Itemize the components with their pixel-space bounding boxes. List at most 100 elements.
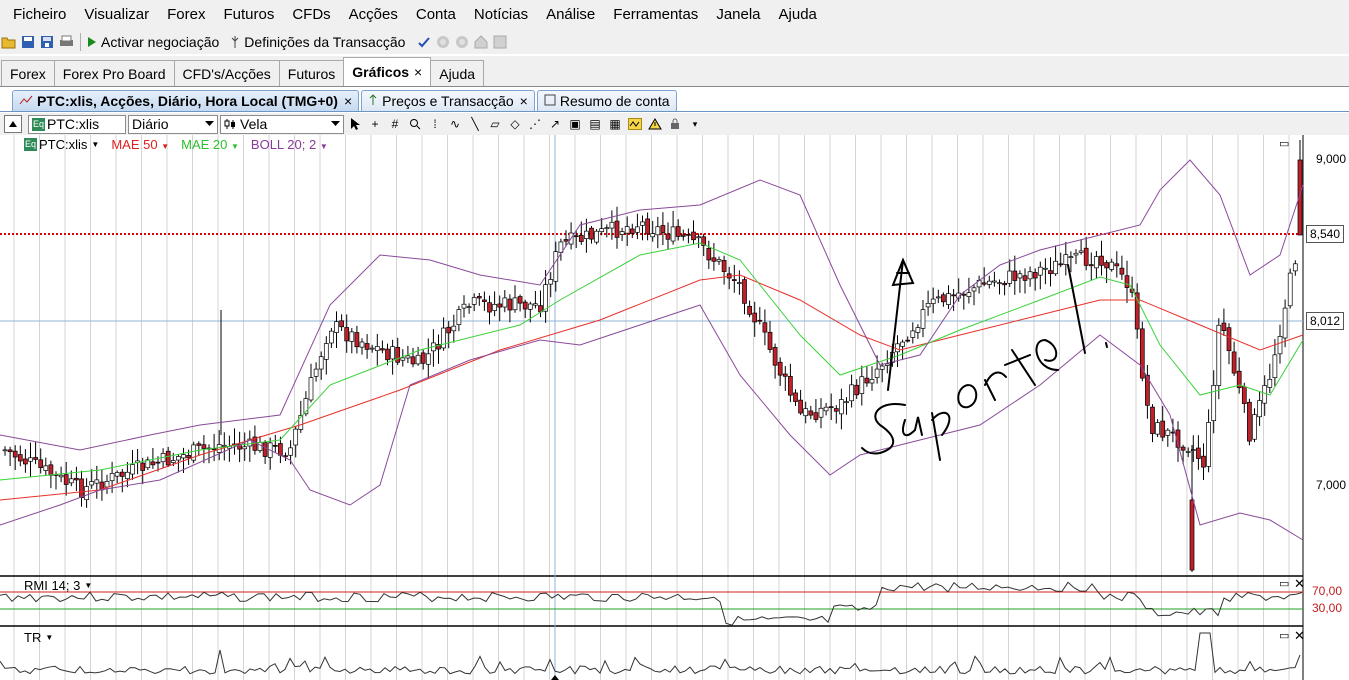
oscillator-icon[interactable] xyxy=(626,115,644,133)
tab-forex[interactable]: Forex xyxy=(1,60,55,86)
warning-icon[interactable] xyxy=(646,115,664,133)
subtab-resumo[interactable]: Resumo de conta xyxy=(536,90,677,111)
check-icon[interactable] xyxy=(416,34,432,50)
lock-icon[interactable] xyxy=(666,115,684,133)
candle xyxy=(1124,275,1130,288)
price-axis-label: 7,000 xyxy=(1316,478,1347,492)
menu-futuros[interactable]: Futuros xyxy=(214,6,283,23)
candle xyxy=(512,297,518,311)
period-dropdown[interactable]: Diário xyxy=(128,114,218,134)
home-icon[interactable] xyxy=(473,34,489,50)
channel-icon[interactable]: ▱ xyxy=(486,115,504,133)
candle xyxy=(1012,270,1018,281)
chart-window-tab-bar: PTC:xlis, Acções, Diário, Hora Local (TM… xyxy=(0,88,1349,112)
close-tab-icon[interactable]: × xyxy=(344,93,352,109)
menu-visualizar[interactable]: Visualizar xyxy=(75,6,158,23)
maximize-pane-icon[interactable]: ▭ xyxy=(1279,577,1289,590)
save-icon[interactable] xyxy=(20,34,36,50)
candle xyxy=(84,486,89,501)
tab-graficos[interactable]: Gráficos × xyxy=(343,57,432,86)
menu-cfds[interactable]: CFDs xyxy=(283,6,339,23)
candle xyxy=(374,346,380,351)
transaction-settings-button[interactable]: Definições da Transacção xyxy=(230,34,405,50)
tab-forex-pro-board[interactable]: Forex Pro Board xyxy=(53,60,175,86)
candle xyxy=(1037,266,1043,276)
crosshair-icon[interactable]: + xyxy=(366,115,384,133)
menu-forex[interactable]: Forex xyxy=(158,6,214,23)
candle xyxy=(553,251,559,282)
close-tab-icon[interactable]: × xyxy=(520,93,528,109)
transaction-settings-label: Definições da Transacção xyxy=(244,33,406,50)
arrow-icon[interactable]: ↗ xyxy=(546,115,564,133)
instrument-selector[interactable]: Eq PTC:xlis xyxy=(28,114,126,134)
legend-mae20[interactable]: MAE 20 ▼ xyxy=(181,137,239,152)
shape-icon[interactable]: ◇ xyxy=(506,115,524,133)
indicator-icon[interactable]: ▣ xyxy=(566,115,584,133)
candle xyxy=(400,357,406,361)
candle xyxy=(1241,386,1247,404)
close-tab-icon[interactable]: × xyxy=(414,64,422,80)
trendline-icon[interactable]: ╲ xyxy=(466,115,484,133)
tr-pane-label[interactable]: TR ▼ xyxy=(24,630,53,645)
template-icon[interactable]: ▤ xyxy=(586,115,604,133)
candle xyxy=(859,376,865,394)
menu-conta[interactable]: Conta xyxy=(407,6,465,23)
close-pane-icon[interactable]: ✕ xyxy=(1294,576,1305,592)
candle xyxy=(420,352,426,364)
print-icon[interactable] xyxy=(58,34,74,50)
menu-noticias[interactable]: Notícias xyxy=(465,6,537,23)
collapse-up-icon[interactable] xyxy=(4,115,22,133)
candle xyxy=(1048,270,1053,275)
candle xyxy=(140,462,146,471)
color-icon[interactable]: ▦ xyxy=(606,115,624,133)
menu-ferramentas[interactable]: Ferramentas xyxy=(604,6,707,23)
candle xyxy=(813,412,819,420)
candle xyxy=(308,377,314,401)
activate-trading-button[interactable]: Activar negociação xyxy=(87,34,219,50)
chart-legend: Eq PTC:xlis ▼ MAE 50 ▼ MAE 20 ▼ BOLL 20; 2… xyxy=(24,137,328,152)
cursor-icon[interactable] xyxy=(346,115,364,133)
equity-badge: Eq xyxy=(32,117,46,131)
candle xyxy=(349,331,355,342)
chart-area[interactable]: Eq PTC:xlis ▼ MAE 50 ▼ MAE 20 ▼ BOLL 20; 2… xyxy=(0,135,1349,680)
annotation-letter-o xyxy=(957,384,978,409)
maximize-pane-icon[interactable]: ▭ xyxy=(1279,137,1289,150)
rmi-pane-label[interactable]: RMI 14; 3 ▼ xyxy=(24,578,92,593)
menu-ficheiro[interactable]: Ficheiro xyxy=(4,6,75,23)
menu-ajuda[interactable]: Ajuda xyxy=(770,6,826,23)
legend-instrument[interactable]: Eq PTC:xlis ▼ xyxy=(24,137,99,152)
save-all-icon[interactable] xyxy=(39,34,55,50)
tab-futuros[interactable]: Futuros xyxy=(278,60,345,86)
disabled-circle-icon-2[interactable] xyxy=(454,34,470,50)
price-chart[interactable] xyxy=(0,135,1349,680)
wave-icon[interactable]: ∿ xyxy=(446,115,464,133)
candle xyxy=(1017,273,1023,279)
menu-analise[interactable]: Análise xyxy=(537,6,604,23)
menu-accoes[interactable]: Acções xyxy=(340,6,407,23)
legend-boll[interactable]: BOLL 20; 2 ▼ xyxy=(251,137,328,152)
candle xyxy=(288,447,293,456)
chart-type-dropdown[interactable]: Vela xyxy=(220,114,344,134)
zoom-icon[interactable] xyxy=(406,115,424,133)
close-pane-icon[interactable]: ✕ xyxy=(1294,628,1305,644)
refresh-icon[interactable] xyxy=(492,34,508,50)
tab-cfds-accoes[interactable]: CFD's/Acções xyxy=(173,60,280,86)
more-icon[interactable]: ▾ xyxy=(686,115,704,133)
candle xyxy=(1231,351,1237,374)
candle xyxy=(599,228,605,232)
candle xyxy=(1201,455,1206,468)
candle xyxy=(874,368,880,378)
subtab-precos[interactable]: Preços e Transacção × xyxy=(361,90,535,111)
grid-icon[interactable]: # xyxy=(386,115,404,133)
candle xyxy=(941,294,946,303)
candle xyxy=(1185,451,1191,453)
subtab-chart[interactable]: PTC:xlis, Acções, Diário, Hora Local (TM… xyxy=(12,90,360,111)
period-separator-icon[interactable]: ⁞ xyxy=(426,115,444,133)
maximize-pane-icon[interactable]: ▭ xyxy=(1279,629,1289,642)
tab-ajuda[interactable]: Ajuda xyxy=(430,60,485,86)
disabled-circle-icon[interactable] xyxy=(435,34,451,50)
fibonacci-icon[interactable]: ⋰ xyxy=(526,115,544,133)
open-icon[interactable] xyxy=(1,34,17,50)
menu-janela[interactable]: Janela xyxy=(707,6,769,23)
legend-mae50[interactable]: MAE 50 ▼ xyxy=(111,137,169,152)
